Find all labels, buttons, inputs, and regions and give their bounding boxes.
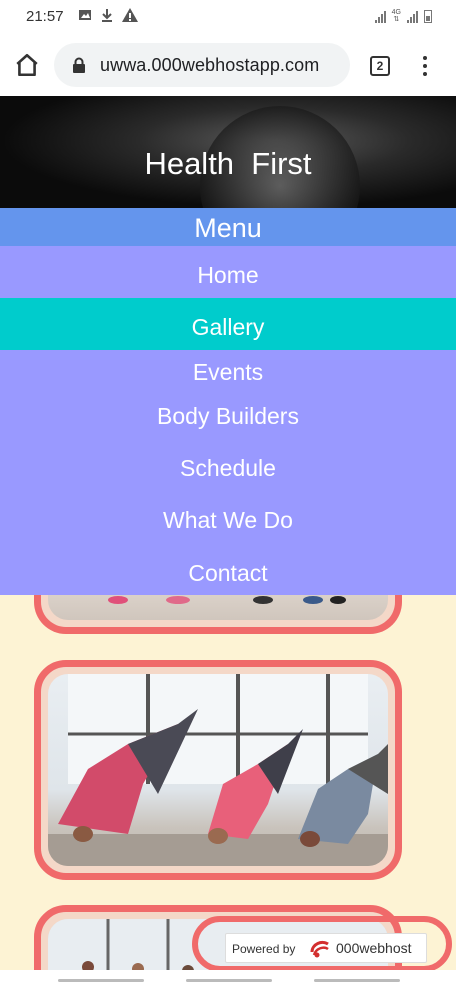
status-bar: 21:57 4G ⇅	[0, 0, 456, 34]
hero-banner: Health First	[0, 96, 456, 208]
recents-gesture-handle[interactable]	[58, 979, 144, 982]
gallery-card	[34, 660, 402, 880]
menu-item-gallery[interactable]: Gallery	[0, 298, 456, 350]
signal-icon	[374, 11, 386, 23]
system-navigation-bar	[0, 970, 456, 989]
lock-icon	[73, 57, 85, 73]
menu-item-contact[interactable]: Contact	[0, 551, 456, 595]
overflow-menu-icon[interactable]	[418, 54, 432, 78]
battery-icon	[424, 10, 432, 23]
menu-item-what-we-do[interactable]: What We Do	[0, 498, 456, 542]
powered-by-label: Powered by	[232, 942, 296, 956]
back-gesture-handle[interactable]	[314, 979, 400, 982]
site-title: Health First	[144, 146, 312, 181]
address-bar[interactable]: uwwa.000webhostapp.com	[54, 43, 350, 87]
home-icon[interactable]	[14, 52, 40, 78]
4g-icon: 4G ⇅	[391, 9, 401, 23]
powered-by-brand: 000webhost	[336, 940, 412, 956]
powered-by-badge[interactable]: Powered by 000webhost	[225, 933, 427, 963]
menu-item-events[interactable]: Events	[0, 350, 456, 394]
browser-toolbar: uwwa.000webhostapp.com 2	[0, 34, 456, 96]
tab-switcher-button[interactable]: 2	[370, 56, 390, 76]
yoga-downward-dog-class-image	[48, 674, 388, 866]
menu-header[interactable]: Menu	[0, 208, 456, 246]
menu-item-body-builders[interactable]: Body Builders	[0, 394, 456, 438]
status-time: 21:57	[26, 8, 64, 25]
signal-icon	[407, 11, 418, 23]
000webhost-logo-icon	[310, 940, 329, 958]
download-icon	[102, 9, 112, 22]
status-notifications	[78, 8, 138, 22]
url-text: uwwa.000webhostapp.com	[100, 55, 320, 75]
menu-item-home[interactable]: Home	[0, 246, 456, 298]
warning-icon	[122, 8, 138, 22]
image-icon	[79, 10, 91, 20]
menu-item-schedule[interactable]: Schedule	[0, 446, 456, 490]
home-gesture-handle[interactable]	[186, 979, 272, 982]
status-indicators: 4G ⇅	[374, 9, 432, 23]
nav-menu: Home Gallery Events Body Builders Schedu…	[0, 246, 456, 595]
